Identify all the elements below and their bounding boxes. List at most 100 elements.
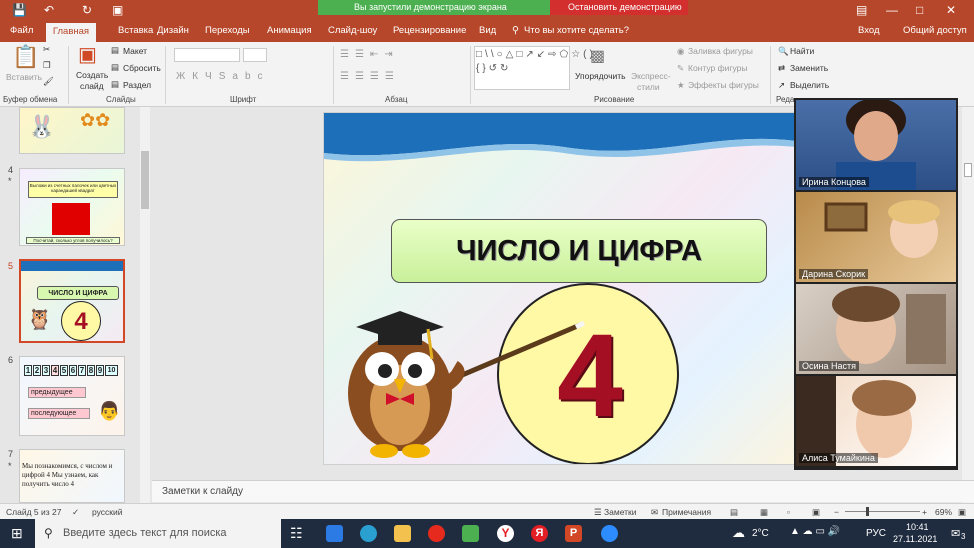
font-family-box[interactable] [174, 48, 240, 62]
slide-thumb-5-selected[interactable]: ЧИСЛО И ЦИФРА 🦉 4 [19, 259, 125, 343]
weather-temp[interactable]: 2°C [752, 528, 769, 539]
reset-button[interactable]: Сбросить [123, 63, 161, 73]
tab-insert[interactable]: Вставка [118, 25, 153, 36]
comments-toggle[interactable]: Примечания [662, 507, 711, 517]
slide-thumb-3[interactable]: 🐰 ✿✿ [19, 107, 125, 154]
replace-button[interactable]: Заменить [790, 63, 828, 73]
current-slide[interactable]: ЧИСЛО И ЦИФРА 4 [323, 112, 795, 465]
section-button[interactable]: Раздел [123, 80, 151, 90]
slideshow-view-icon[interactable]: ▣ [812, 507, 820, 518]
minimize-icon[interactable]: — [886, 3, 898, 17]
tab-review[interactable]: Рецензирование [393, 25, 466, 36]
quick-styles-button[interactable]: Экспресс- [631, 71, 671, 81]
close-icon[interactable]: ✕ [946, 3, 956, 17]
scroll-thumb[interactable] [141, 151, 149, 209]
shape-outline-icon: ✎ [677, 63, 685, 73]
tab-view[interactable]: Вид [479, 25, 496, 36]
select-icon: ↗ [778, 80, 786, 90]
yandex-browser-icon[interactable]: Я [531, 525, 548, 542]
font-size-box[interactable] [243, 48, 267, 62]
paste-button[interactable]: Вставить [6, 72, 42, 82]
arrange-button[interactable]: Упорядочить [575, 71, 626, 81]
sign-in-link[interactable]: Вход [858, 25, 880, 36]
save-icon[interactable]: 💾 [12, 3, 27, 17]
file-explorer-icon[interactable] [394, 525, 411, 542]
clock-date[interactable]: 27.11.2021 [893, 534, 937, 544]
zoom-icon[interactable] [601, 525, 618, 542]
reading-view-icon[interactable]: ▫ [787, 507, 790, 517]
participant-video[interactable]: Дарина Скорик [796, 192, 956, 282]
shape-fill-button[interactable]: Заливка фигуры [688, 46, 753, 56]
select-button[interactable]: Выделить [790, 80, 829, 90]
slide-scrollbar[interactable] [962, 107, 974, 503]
weather-icon: ☁ [732, 525, 745, 540]
fit-slide-icon[interactable]: ▣ [958, 507, 966, 518]
notifications-icon[interactable]: ✉ [951, 527, 960, 540]
notes-toggle[interactable]: Заметки [604, 507, 637, 517]
normal-view-icon[interactable]: ▤ [730, 507, 738, 518]
number-cell: 3 [42, 365, 50, 376]
shapes-gallery[interactable]: □\\○△□↗↙⇨⬠☆(){}↺↻ [474, 46, 593, 90]
font-format-icons[interactable]: ЖКЧSabc [176, 71, 270, 82]
layout-button[interactable]: Макет [123, 46, 147, 56]
tab-transitions[interactable]: Переходы [205, 25, 250, 36]
format-painter-icon[interactable]: 🖌 [43, 76, 54, 87]
slide-thumbnails-pane[interactable]: 🐰 ✿✿ 4 * Выложи из счетных палочек или ц… [0, 107, 152, 503]
thumb-text: Мы познакомимся, с числом и цифрой 4 Мы … [22, 462, 113, 488]
windows-taskbar: ⊞ Введите здесь текст для поиска ⚲ ☷ Y Я… [0, 519, 974, 548]
copy-icon[interactable]: ❐ [43, 60, 51, 71]
list-icons[interactable]: ☰☰⇤⇥ [340, 49, 399, 60]
shape-effects-button[interactable]: Эффекты фигуры [688, 80, 759, 90]
undo-icon[interactable]: ↶ [44, 3, 54, 17]
thumbnails-scrollbar[interactable] [140, 107, 150, 503]
align-icons[interactable]: ☰☰☰☰ [340, 71, 400, 82]
shape-outline-button[interactable]: Контур фигуры [688, 63, 747, 73]
tab-design[interactable]: Дизайн [157, 25, 189, 36]
cut-icon[interactable]: ✂ [43, 44, 50, 55]
taskbar-search-input[interactable]: Введите здесь текст для поиска [35, 519, 281, 548]
slide-thumb-6[interactable]: 1 2 3 4 5 6 7 8 9 10 предыдущее последую… [19, 356, 125, 436]
find-button[interactable]: Найти [790, 46, 814, 56]
participant-video[interactable]: Осина Настя [796, 284, 956, 374]
zoom-out-icon[interactable]: − [834, 507, 839, 517]
participant-video[interactable]: Алиса Тумайкина [796, 376, 956, 466]
tab-animations[interactable]: Анимация [267, 25, 312, 36]
ribbon-display-icon[interactable]: ▤ [856, 3, 867, 17]
tab-file[interactable]: Файл [10, 25, 33, 36]
spellcheck-icon[interactable]: ✓ [72, 507, 79, 518]
wave-header [324, 113, 794, 162]
edge-new-icon[interactable] [360, 525, 377, 542]
redo-icon[interactable]: ↻ [82, 3, 92, 17]
thumb-text: Выложи из счетных палочек или цветных ка… [28, 181, 118, 198]
maximize-icon[interactable]: □ [916, 3, 923, 17]
tab-slideshow[interactable]: Слайд-шоу [328, 25, 377, 36]
yandex-icon[interactable]: Y [497, 525, 514, 542]
zoom-slider[interactable] [845, 511, 920, 512]
zoom-slider-thumb[interactable] [866, 507, 869, 516]
sorter-view-icon[interactable]: ▦ [760, 507, 768, 518]
start-slideshow-icon[interactable]: ▣ [112, 3, 123, 17]
slide-thumb-7[interactable]: Мы познакомимся, с числом и цифрой 4 Мы … [19, 449, 125, 503]
windows-start-icon[interactable]: ⊞ [11, 525, 23, 542]
stop-sharing-button[interactable]: Остановить демонстрацию [550, 0, 688, 15]
slide-thumb-4[interactable]: Выложи из счетных палочек или цветных ка… [19, 168, 125, 246]
clock-time[interactable]: 10:41 [906, 522, 929, 532]
store-icon[interactable] [462, 525, 479, 542]
tray-icons[interactable]: ▲ ☁ ▭ 🔊 [790, 526, 840, 537]
zoom-level[interactable]: 69% [935, 507, 952, 517]
tab-home[interactable]: Главная [46, 23, 96, 42]
tell-me-input[interactable]: Что вы хотите сделать? [524, 25, 629, 36]
powerpoint-icon[interactable]: P [565, 525, 582, 542]
share-button[interactable]: Общий доступ [903, 25, 967, 36]
task-view-icon[interactable]: ☷ [290, 525, 303, 542]
new-slide-button[interactable]: Создать [76, 70, 108, 80]
zoom-in-icon[interactable]: + [922, 507, 927, 517]
notes-input[interactable]: Заметки к слайду [152, 480, 974, 502]
edge-icon[interactable] [326, 525, 343, 542]
scroll-thumb[interactable] [964, 163, 972, 177]
slide-title[interactable]: ЧИСЛО И ЦИФРА [391, 219, 767, 283]
input-language[interactable]: РУС [866, 528, 886, 539]
language-indicator[interactable]: русский [92, 507, 123, 517]
participant-video[interactable]: Ирина Концова [796, 100, 956, 190]
opera-icon[interactable] [428, 525, 445, 542]
